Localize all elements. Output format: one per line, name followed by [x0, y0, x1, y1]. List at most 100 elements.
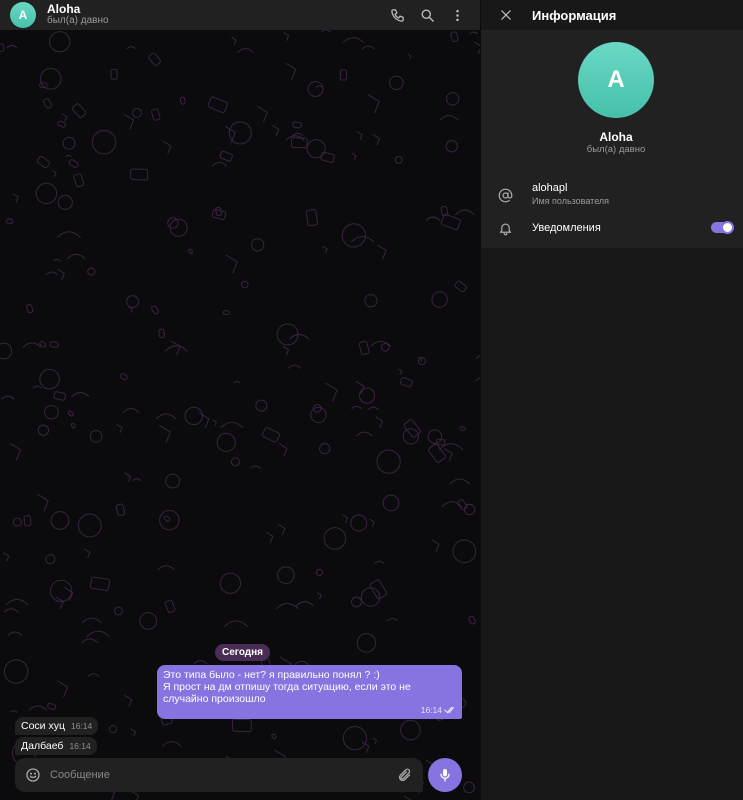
pattern-doodle [316, 592, 322, 600]
pattern-doodle [407, 53, 412, 60]
pattern-doodle [66, 253, 86, 260]
message-input[interactable] [50, 769, 395, 781]
pattern-doodle [372, 134, 381, 146]
pattern-doodle [151, 305, 159, 315]
pattern-doodle [67, 410, 74, 417]
pattern-doodle [124, 114, 135, 130]
outgoing-message[interactable]: Это типа было - нет? я правильно понял ?… [157, 665, 462, 719]
chat-title-block[interactable]: Aloha был(а) давно [47, 3, 109, 27]
pattern-doodle [305, 209, 319, 227]
pattern-doodle [367, 93, 380, 114]
pattern-doodle [164, 599, 176, 613]
more-vertical-icon[interactable] [446, 4, 468, 26]
pattern-doodle [151, 108, 161, 121]
at-sign-icon [495, 185, 515, 205]
pattern-doodle [356, 131, 363, 141]
pattern-doodle [124, 694, 133, 708]
pattern-doodle [12, 517, 22, 527]
pattern-doodle [219, 150, 233, 162]
pattern-doodle [292, 121, 302, 129]
pattern-doodle [241, 280, 249, 289]
pattern-doodle [87, 267, 96, 276]
pattern-doodle [376, 244, 387, 260]
pattern-doodle [250, 465, 261, 469]
pattern-doodle [431, 291, 448, 308]
pattern-doodle [251, 238, 265, 252]
incoming-message[interactable]: Далбаеб 16:14 [15, 737, 97, 755]
microphone-icon [440, 769, 450, 782]
chat-status: был(а) давно [47, 15, 109, 26]
pattern-doodle [369, 518, 375, 527]
pattern-doodle [73, 173, 85, 188]
pattern-doodle [231, 718, 252, 733]
close-icon[interactable] [494, 3, 518, 27]
pattern-doodle [1, 395, 15, 400]
pattern-doodle [71, 392, 90, 398]
pattern-doodle [375, 416, 384, 429]
pattern-doodle [115, 503, 126, 517]
pattern-doodle [400, 377, 413, 388]
pattern-doodle [342, 514, 349, 524]
pattern-doodle [469, 31, 479, 35]
phone-icon[interactable] [386, 4, 408, 26]
pattern-doodle [26, 303, 34, 314]
notifications-row[interactable]: Уведомления [481, 218, 743, 238]
pattern-doodle [45, 271, 58, 276]
message-time: 16:14 [70, 721, 93, 731]
pattern-doodle [169, 218, 188, 237]
pattern-doodle [39, 82, 48, 89]
info-header: Информация [481, 0, 743, 30]
pattern-doodle [320, 30, 332, 33]
pattern-doodle [285, 62, 297, 80]
pattern-doodle [193, 660, 208, 665]
pattern-doodle [114, 606, 123, 616]
emoji-icon[interactable] [24, 766, 42, 784]
pattern-doodle [351, 405, 363, 410]
incoming-message[interactable]: Соси хуц 16:14 [15, 717, 99, 735]
chat-view: A Aloha был(а) давно Сегодня Это типа бы… [0, 0, 480, 800]
pattern-doodle [463, 781, 475, 794]
pattern-doodle [139, 612, 158, 630]
pattern-doodle [68, 159, 79, 168]
pattern-doodle [215, 206, 223, 217]
pattern-doodle [455, 209, 475, 216]
pattern-doodle [222, 310, 230, 315]
pattern-doodle [57, 120, 66, 128]
pattern-doodle [39, 67, 62, 90]
pattern-doodle [459, 426, 466, 431]
pattern-doodle [9, 710, 18, 713]
chat-avatar[interactable]: A [10, 2, 36, 28]
pattern-doodle [211, 209, 227, 220]
chat-header[interactable]: A Aloha был(а) давно [0, 0, 480, 30]
microphone-button[interactable] [428, 758, 462, 792]
message-time: 16:14 [420, 705, 442, 715]
pattern-doodle [237, 48, 254, 53]
pattern-doodle [130, 728, 137, 737]
pattern-doodle [62, 136, 76, 150]
pattern-doodle [261, 427, 281, 443]
profile-name: Aloha [599, 130, 633, 144]
username-row[interactable]: alohapl Имя пользователя [481, 182, 743, 208]
pattern-doodle [52, 170, 57, 177]
pattern-doodle [276, 323, 299, 346]
pattern-doodle [57, 268, 66, 281]
pattern-doodle [446, 92, 460, 106]
pattern-doodle [131, 790, 140, 800]
pattern-doodle [320, 151, 335, 163]
pattern-doodle [230, 457, 240, 467]
pattern-doodle [454, 280, 467, 293]
pattern-doodle [132, 478, 142, 482]
attach-icon[interactable] [395, 766, 413, 784]
search-icon[interactable] [416, 4, 438, 26]
pattern-doodle [463, 503, 476, 516]
message-meta: 16:14 [421, 704, 456, 716]
pattern-doodle [89, 576, 111, 592]
pattern-doodle [126, 46, 137, 50]
pattern-doodle [403, 795, 412, 800]
notifications-toggle[interactable] [711, 221, 734, 234]
message-time: 16:14 [69, 741, 91, 751]
profile-avatar[interactable]: A [578, 42, 654, 118]
pattern-doodle [184, 406, 203, 426]
pattern-doodle [165, 473, 181, 489]
message-line: Это типа было - нет? я правильно понял ?… [163, 669, 380, 681]
